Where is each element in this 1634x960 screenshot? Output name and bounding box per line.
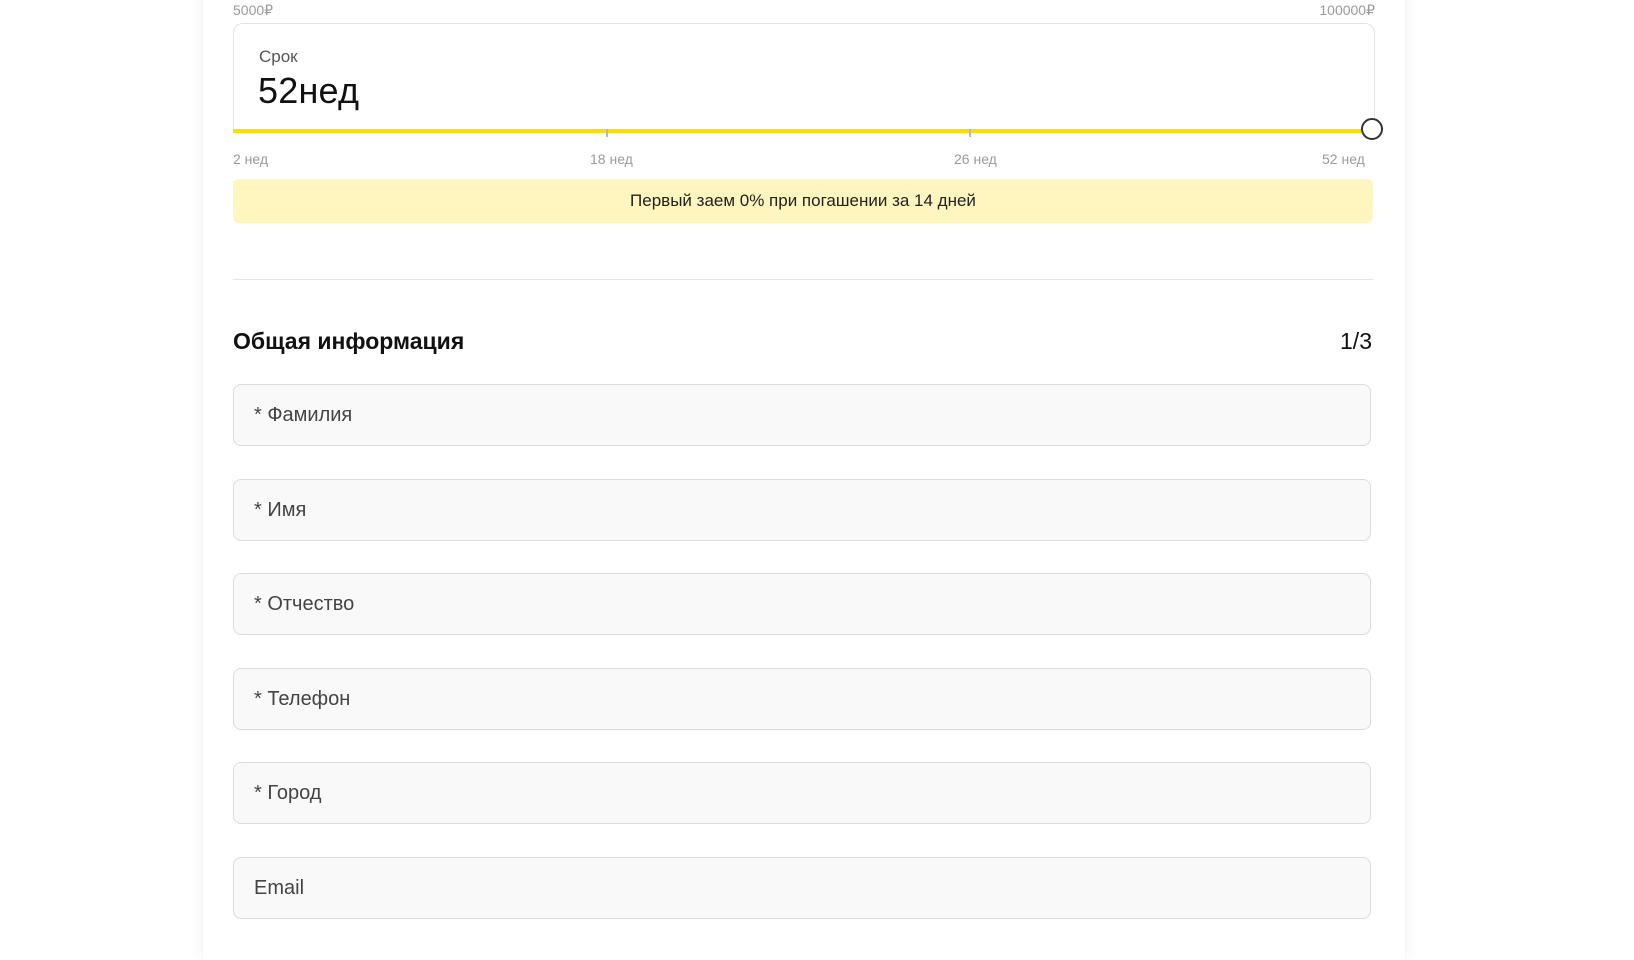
- term-value-number: 52: [258, 70, 299, 111]
- term-tick-label-18: 18 нед: [590, 151, 633, 167]
- first-name-field[interactable]: [233, 479, 1371, 541]
- patronymic-field[interactable]: [233, 573, 1371, 635]
- city-field[interactable]: [233, 762, 1371, 824]
- term-slider-track[interactable]: [233, 129, 1372, 133]
- amount-max-label: 100000₽: [1319, 2, 1375, 18]
- city-input[interactable]: [234, 763, 1370, 823]
- term-tick-label-26: 26 нед: [954, 151, 997, 167]
- term-value-unit: нед: [298, 70, 360, 111]
- section-title: Общая информация: [233, 328, 465, 354]
- patronymic-input[interactable]: [234, 574, 1370, 634]
- term-label: Срок: [259, 47, 298, 66]
- email-input[interactable]: [234, 858, 1370, 918]
- phone-field[interactable]: [233, 668, 1371, 730]
- term-tick-label-min: 2 нед: [233, 151, 269, 167]
- phone-input[interactable]: [234, 669, 1370, 729]
- amount-range-labels: 5000₽ 100000₽: [233, 0, 1375, 20]
- term-display: Срок 52нед: [233, 23, 1375, 130]
- step-counter: 1/3: [1340, 328, 1372, 354]
- first-name-input[interactable]: [234, 480, 1370, 540]
- term-value: 52нед: [258, 70, 359, 112]
- section-divider: [233, 279, 1373, 280]
- term-slider-tick: [606, 129, 608, 137]
- term-tick-label-max: 52 нед: [1322, 151, 1365, 167]
- amount-min-label: 5000₽: [233, 2, 274, 18]
- term-slider-tick: [969, 129, 971, 137]
- last-name-input[interactable]: [234, 385, 1370, 445]
- last-name-field[interactable]: [233, 384, 1371, 446]
- email-field[interactable]: [233, 857, 1371, 919]
- promo-banner: Первый заем 0% при погашении за 14 дней: [233, 179, 1373, 223]
- term-slider-thumb[interactable]: [1361, 118, 1383, 140]
